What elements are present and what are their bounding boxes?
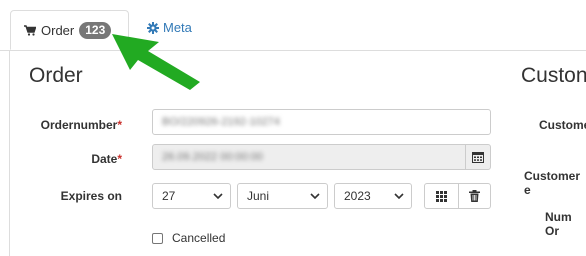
cancelled-label: Cancelled (172, 231, 226, 245)
cart-icon (24, 25, 36, 36)
chevron-down-icon (213, 193, 223, 199)
calendar-icon (472, 152, 484, 163)
ordernumber-field[interactable]: BO/220926-2192-10274 (152, 109, 491, 135)
annotation-arrow-icon (112, 34, 200, 90)
date-picker-button[interactable] (465, 144, 491, 170)
date-label: Date* (91, 152, 122, 166)
expires-calendar-button[interactable] (424, 183, 459, 209)
grid-icon (436, 190, 447, 202)
ordernumber-label: Ordernumber* (40, 118, 122, 132)
chevron-down-icon (394, 193, 404, 199)
customer-heading: Custon (521, 64, 586, 87)
cancelled-checkbox[interactable] (152, 233, 163, 244)
order-count-badge: 123 (79, 22, 112, 39)
chevron-down-icon (310, 193, 320, 199)
expires-year-value: 2023 (344, 189, 371, 203)
order-heading: Order (29, 64, 83, 87)
panel-border (9, 50, 10, 256)
date-field[interactable]: 26.09.2022 00:00:00 (152, 144, 466, 170)
expires-clear-button[interactable] (458, 183, 491, 209)
num-orders-label: Num Or (545, 210, 572, 238)
expires-day-value: 27 (162, 189, 176, 203)
expires-month-select[interactable]: Juni (237, 183, 328, 209)
expires-month-value: Juni (247, 189, 270, 203)
date-value: 26.09.2022 00:00:00 (162, 151, 263, 163)
expires-label: Expires on (60, 189, 122, 203)
trash-icon (469, 190, 480, 202)
expires-day-select[interactable]: 27 (152, 183, 231, 209)
customer-email-label: Customer e (524, 169, 581, 197)
tab-order-label: Order (41, 23, 75, 38)
ordernumber-value: BO/220926-2192-10274 (162, 116, 281, 128)
customer-label: Custome (539, 118, 586, 132)
expires-year-select[interactable]: 2023 (334, 183, 412, 209)
